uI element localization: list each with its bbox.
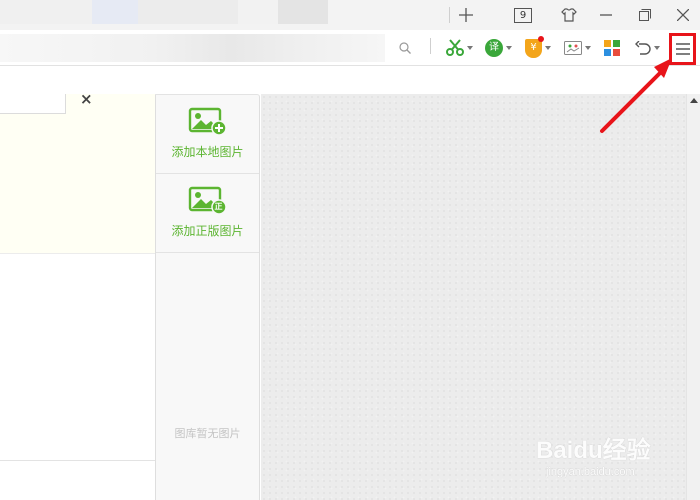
add-licensed-image-button[interactable]: 正 添加正版图片 — [156, 174, 259, 253]
search-icon — [399, 42, 411, 54]
note-input[interactable] — [0, 94, 66, 114]
content-top-strip — [0, 67, 700, 94]
image-add-icon — [188, 107, 228, 137]
restore-button[interactable] — [633, 4, 657, 26]
blurred-tab[interactable] — [0, 0, 92, 24]
watermark-brand-text: Baidu — [536, 437, 603, 464]
new-tab-button[interactable] — [454, 4, 478, 26]
tab-count-button[interactable]: 9 — [511, 4, 535, 26]
blurred-tab[interactable] — [138, 0, 238, 24]
minimize-button[interactable] — [594, 4, 618, 26]
undo-button[interactable] — [635, 36, 660, 60]
left-pane: × — [0, 90, 155, 500]
translate-tool[interactable]: 译 — [485, 36, 512, 60]
watermark-brand: Baidu经验 — [536, 430, 651, 465]
address-bar[interactable] — [0, 34, 385, 62]
title-bar: 9 — [0, 0, 700, 30]
licensed-image-icon: 正 — [188, 186, 228, 216]
apps-grid-icon — [604, 40, 620, 56]
vertical-scrollbar[interactable] — [686, 94, 700, 500]
search-button[interactable] — [399, 36, 411, 60]
add-local-image-button[interactable]: 添加本地图片 — [156, 95, 259, 174]
toolbar: 译 ¥ — [0, 30, 700, 66]
scroll-up-arrow-icon[interactable] — [690, 98, 698, 103]
image-panel: 添加本地图片 正 添加正版图片 图库暂无图片 — [155, 94, 260, 500]
note-box: × — [0, 90, 155, 254]
add-local-image-label: 添加本地图片 — [171, 145, 244, 159]
skin-button[interactable] — [557, 4, 581, 26]
chevron-down-icon — [545, 46, 551, 50]
empty-gallery-text: 图库暂无图片 — [174, 427, 241, 440]
restore-icon — [639, 9, 651, 21]
image-icon — [564, 41, 582, 55]
screenshot-tool[interactable] — [446, 36, 473, 60]
menu-icon — [675, 43, 690, 55]
image-tool[interactable] — [564, 36, 591, 60]
tab-count-badge: 9 — [514, 7, 532, 23]
chevron-down-icon — [654, 46, 660, 50]
payment-tool[interactable]: ¥ — [525, 36, 551, 60]
watermark-url: jingyan.baidu.com — [546, 466, 635, 478]
add-licensed-image-label: 添加正版图片 — [171, 224, 244, 238]
close-icon[interactable]: × — [80, 90, 93, 108]
blurred-tab[interactable] — [278, 0, 328, 24]
chevron-down-icon — [585, 46, 591, 50]
close-icon — [677, 9, 689, 21]
blurred-tab[interactable] — [238, 0, 278, 24]
notification-dot — [538, 36, 544, 42]
chevron-down-icon — [467, 46, 473, 50]
separator — [430, 38, 431, 54]
watermark-brand-suffix: 经验 — [602, 437, 651, 464]
plus-icon — [459, 8, 473, 22]
baidu-watermark: Baidu经验 jingyan.baidu.com — [536, 430, 666, 490]
chevron-down-icon — [506, 46, 512, 50]
minimize-icon — [600, 14, 612, 16]
divider — [0, 460, 155, 461]
shirt-icon — [561, 8, 577, 22]
close-window-button[interactable] — [671, 4, 695, 26]
undo-icon — [635, 41, 651, 55]
main-menu-button[interactable] — [669, 33, 696, 65]
translate-icon: 译 — [485, 39, 503, 57]
scissors-icon — [446, 39, 464, 56]
blurred-tab[interactable] — [92, 0, 138, 24]
separator — [449, 7, 450, 23]
licensed-badge: 正 — [214, 202, 223, 211]
apps-button[interactable] — [604, 36, 620, 60]
